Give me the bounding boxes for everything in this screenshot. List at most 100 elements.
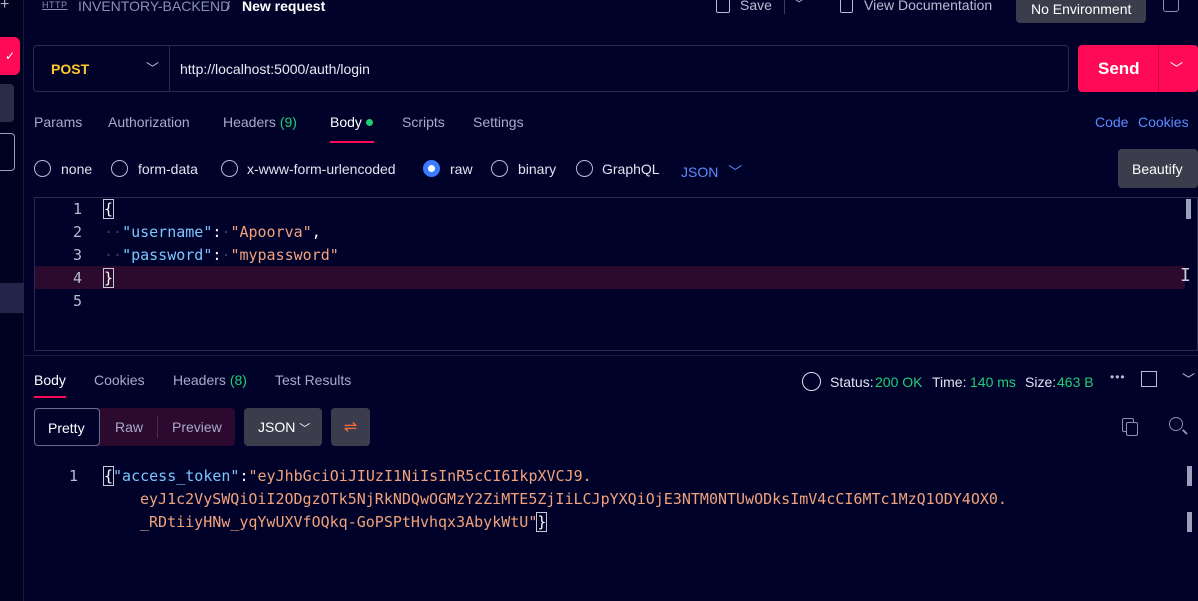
json-value: "mypassword" [230, 246, 339, 264]
radio-raw[interactable] [423, 160, 440, 177]
plus-icon[interactable]: + [0, 0, 9, 14]
chevron-down-icon: ﹀ [299, 423, 311, 435]
chevron-down-icon: ﹀ [728, 164, 743, 180]
view-documentation-button[interactable]: View Documentation [864, 0, 992, 13]
status-value[interactable]: 200 OK [875, 374, 922, 390]
wrap-lines-icon[interactable]: ⇌ [331, 408, 370, 446]
brace-close: } [102, 268, 115, 288]
radio-form-data-label[interactable]: form-data [138, 161, 198, 177]
chevron-down-icon[interactable]: ﹀ [1182, 369, 1195, 388]
divider [157, 416, 158, 438]
layout-icon[interactable] [1141, 371, 1157, 387]
response-scrollbar[interactable] [1187, 512, 1192, 532]
modified-indicator [366, 119, 373, 126]
search-icon[interactable] [1169, 417, 1183, 431]
line-number: 1 [72, 200, 82, 218]
line-number: 3 [72, 246, 82, 264]
response-format-selector[interactable]: JSON ﹀ [244, 408, 322, 446]
editor-scrollbar[interactable] [1186, 199, 1191, 219]
radio-graphql-label[interactable]: GraphQL [602, 161, 660, 177]
url-input[interactable]: http://localhost:5000/auth/login [180, 61, 370, 77]
beautify-button[interactable]: Beautify [1118, 149, 1198, 188]
tab-params[interactable]: Params [34, 114, 82, 130]
send-label[interactable]: Send [1098, 59, 1140, 79]
format-selector[interactable]: JSON ﹀ [681, 162, 742, 182]
tab-authorization[interactable]: Authorization [108, 114, 190, 130]
current-line-highlight [35, 266, 1185, 289]
breadcrumb-collection[interactable]: INVENTORY-BACKEND [78, 0, 230, 14]
response-tab-headers-label: Headers [173, 372, 226, 388]
brace-open: { [102, 199, 115, 219]
size-value[interactable]: 463 B [1057, 374, 1094, 390]
radio-form-data[interactable] [111, 160, 128, 177]
sidebar-selected-item[interactable] [0, 283, 24, 313]
request-title[interactable]: New request [242, 0, 325, 14]
radio-graphql[interactable] [576, 160, 593, 177]
response-tab-cookies[interactable]: Cookies [94, 372, 145, 388]
http-icon: HTTP [42, 0, 68, 10]
response-tab-body[interactable]: Body [34, 372, 66, 388]
view-raw-button[interactable]: Raw [115, 419, 143, 435]
radio-none-label[interactable]: none [61, 161, 92, 177]
token-part-3: _RDtiiyHNw_yqYwUXVfOQkq-GoPSPtHvhqx3Abyk… [140, 513, 538, 531]
json-key: "username" [122, 223, 213, 241]
radio-binary[interactable] [491, 160, 508, 177]
response-scrollbar[interactable] [1187, 466, 1192, 486]
json-key: "access_token" [113, 467, 240, 485]
save-icon [716, 0, 730, 13]
save-button[interactable]: Save [740, 0, 772, 13]
response-line-number: 1 [68, 467, 78, 485]
tab-headers-label: Headers [223, 114, 276, 130]
breadcrumb-separator: / [226, 0, 230, 14]
radio-urlencoded[interactable] [221, 160, 238, 177]
view-pretty-button[interactable]: Pretty [34, 408, 100, 446]
divider [1158, 45, 1159, 92]
chevron-down-icon[interactable]: ﹀ [1170, 58, 1183, 77]
response-tab-test-results[interactable]: Test Results [275, 372, 351, 388]
response-tab-headers[interactable]: Headers (8) [173, 372, 247, 388]
radio-raw-label[interactable]: raw [450, 161, 473, 177]
search-icon-handle [1182, 429, 1188, 435]
chevron-down-icon[interactable]: ﹀ [793, 0, 805, 12]
sidebar-outline-tile[interactable] [0, 133, 15, 171]
line-number: 4 [72, 269, 82, 287]
line-number: 2 [72, 223, 82, 241]
status-label: Status: [830, 374, 874, 390]
line-number: 5 [72, 292, 82, 310]
radio-none[interactable] [34, 160, 51, 177]
divider [784, 0, 785, 14]
radio-binary-label[interactable]: binary [518, 161, 556, 177]
active-tab-underline [330, 141, 374, 143]
response-line-1: {"access_token":"eyJhbGciOiJIUzI1NiIsInR… [102, 466, 592, 486]
copy-icon-front [1126, 422, 1138, 436]
tab-scripts[interactable]: Scripts [402, 114, 445, 130]
more-options-icon[interactable]: ••• [1110, 370, 1126, 384]
sidebar-tile[interactable] [0, 84, 14, 122]
token-part-1: "eyJhbGciOiJIUzI1NiIsInR5cCI6IkpXVCJ9. [248, 467, 592, 485]
code-line-2: ··"username":·"Apoorva", [104, 223, 321, 241]
response-line-3: _RDtiiyHNw_yqYwUXVfOQkq-GoPSPtHvhqx3Abyk… [140, 512, 548, 532]
view-preview-button[interactable]: Preview [172, 419, 222, 435]
method-selector[interactable]: POST [51, 61, 89, 77]
sidebar-collections-tile[interactable]: ✓ [0, 37, 20, 75]
active-tab-underline [34, 396, 66, 398]
document-icon [840, 0, 853, 13]
code-link[interactable]: Code [1095, 114, 1128, 130]
environment-selector[interactable]: No Environment [1016, 0, 1146, 23]
response-format-label: JSON [258, 419, 296, 435]
tab-body[interactable]: Body [330, 114, 362, 130]
environment-settings-icon[interactable] [1163, 0, 1179, 12]
globe-icon[interactable] [802, 372, 821, 391]
code-line-3: ··"password":·"mypassword" [104, 246, 339, 264]
code-line-4: } [102, 268, 115, 288]
json-key: "password" [122, 246, 213, 264]
chevron-down-icon[interactable]: ﹀ [146, 58, 159, 77]
cookies-link[interactable]: Cookies [1138, 114, 1189, 130]
time-value[interactable]: 140 ms [970, 374, 1016, 390]
divider [24, 355, 1198, 356]
radio-urlencoded-label[interactable]: x-www-form-urlencoded [247, 161, 396, 177]
tab-headers[interactable]: Headers (9) [223, 114, 297, 130]
code-line-1: { [102, 199, 115, 219]
tab-settings[interactable]: Settings [473, 114, 524, 130]
divider [169, 46, 170, 91]
